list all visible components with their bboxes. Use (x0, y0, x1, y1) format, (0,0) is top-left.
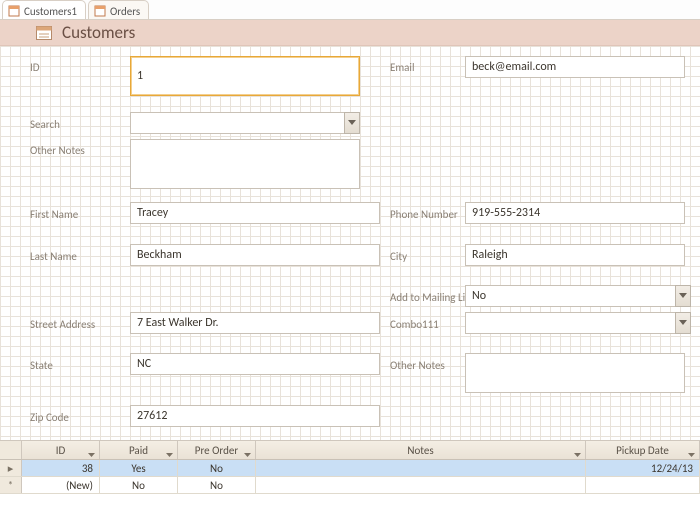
tab-orders[interactable]: Orders (88, 0, 149, 19)
zip-field[interactable] (130, 405, 380, 427)
form-header: Customers (0, 20, 700, 46)
chevron-down-icon (574, 448, 581, 453)
cell-notes[interactable] (256, 460, 586, 476)
col-paid[interactable]: Paid (100, 441, 178, 459)
col-preorder[interactable]: Pre Order (178, 441, 256, 459)
orders-subform: ID Paid Pre Order Notes Pickup Date ▸ 38… (0, 441, 700, 521)
label-othernotes-right: Other Notes (390, 359, 445, 372)
email-field[interactable] (465, 56, 685, 78)
cell-preorder[interactable]: No (178, 460, 256, 476)
chevron-down-icon (88, 448, 95, 453)
chevron-down-icon (244, 448, 251, 453)
row-selector-current[interactable]: ▸ (0, 460, 22, 476)
cell-id[interactable]: 38 (22, 460, 100, 476)
document-tabs: Customers1 Orders (0, 0, 700, 20)
col-notes[interactable]: Notes (256, 441, 586, 459)
dropdown-button[interactable] (344, 112, 360, 134)
dropdown-button[interactable] (675, 285, 691, 307)
select-all-cell[interactable] (0, 441, 22, 459)
label-combo111: Combo111 (390, 318, 439, 331)
tab-label: Customers1 (24, 5, 77, 18)
label-street: Street Address (30, 318, 95, 331)
mailing-combo[interactable] (465, 285, 691, 307)
mailing-input[interactable] (465, 285, 675, 307)
label-lastname: Last Name (30, 250, 77, 263)
col-id[interactable]: ID (22, 441, 100, 459)
label-firstname: First Name (30, 208, 78, 221)
label-othernotes-left: Other Notes (30, 144, 85, 157)
othernotes-left-field[interactable] (130, 139, 360, 189)
cell-notes[interactable] (256, 477, 586, 493)
form-body: ID Search Other Notes First Name Last Na… (0, 46, 700, 441)
label-search: Search (30, 118, 60, 131)
form-icon (94, 5, 106, 17)
cell-paid[interactable]: Yes (100, 460, 178, 476)
subform-header: ID Paid Pre Order Notes Pickup Date (0, 441, 700, 460)
othernotes-right-field[interactable] (465, 353, 685, 393)
table-row[interactable]: ▸ 38 Yes No 12/24/13 (0, 460, 700, 477)
label-phone: Phone Number (390, 208, 458, 221)
firstname-field[interactable] (130, 202, 380, 224)
chevron-down-icon (166, 448, 173, 453)
cell-pickup[interactable]: 12/24/13 (586, 460, 700, 476)
label-city: City (390, 250, 407, 263)
street-field[interactable] (130, 312, 380, 334)
combo111-combo[interactable] (465, 312, 691, 334)
chevron-down-icon (688, 448, 695, 453)
lastname-field[interactable] (130, 244, 380, 266)
combo111-input[interactable] (465, 312, 675, 334)
search-input[interactable] (130, 112, 344, 134)
label-email: Email (390, 61, 414, 74)
phone-field[interactable] (465, 202, 685, 224)
cell-paid[interactable]: No (100, 477, 178, 493)
dropdown-button[interactable] (675, 312, 691, 334)
page-title: Customers (62, 22, 135, 43)
cell-id[interactable]: (New) (22, 477, 100, 493)
city-field[interactable] (465, 244, 685, 266)
row-selector-new[interactable]: * (0, 477, 22, 493)
tab-label: Orders (110, 5, 140, 18)
label-zip: Zip Code (30, 411, 69, 424)
tab-customers[interactable]: Customers1 (2, 0, 86, 19)
state-field[interactable] (130, 353, 380, 375)
table-row-new[interactable]: * (New) No No (0, 477, 700, 494)
cell-preorder[interactable]: No (178, 477, 256, 493)
form-header-icon (36, 26, 52, 40)
search-combo[interactable] (130, 112, 360, 134)
label-id: ID (30, 61, 40, 74)
col-pickupdate[interactable]: Pickup Date (586, 441, 700, 459)
cell-pickup[interactable] (586, 477, 700, 493)
form-icon (8, 5, 20, 17)
label-state: State (30, 359, 53, 372)
id-field[interactable] (130, 56, 360, 96)
